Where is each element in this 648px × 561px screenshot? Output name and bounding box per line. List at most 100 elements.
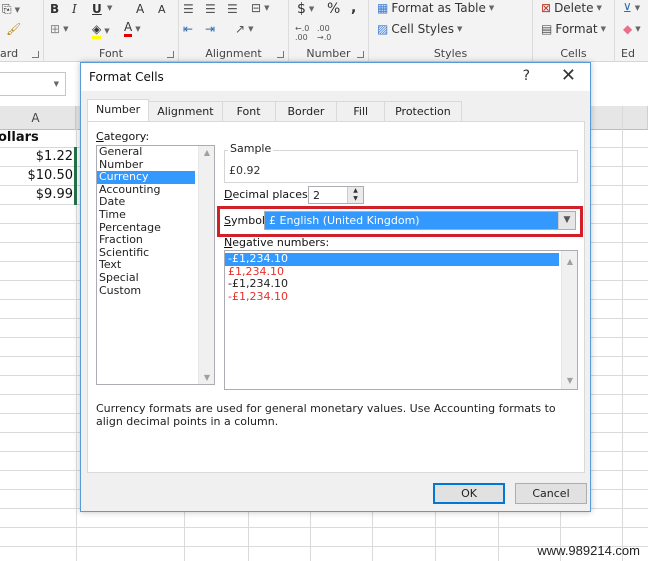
cell-a1[interactable]: ollars xyxy=(0,128,39,147)
chevron-down-icon[interactable]: ▼ xyxy=(558,212,575,229)
increase-font-button[interactable]: A xyxy=(136,2,144,16)
symbol-value: £ English (United Kingdom) xyxy=(269,214,420,227)
scroll-down-icon[interactable]: ▼ xyxy=(199,373,215,382)
negative-item[interactable]: -£1,234.10 xyxy=(225,278,559,291)
delete-button[interactable]: ⊠ Delete ▼ xyxy=(541,1,602,15)
symbol-select[interactable]: £ English (United Kingdom) ▼ xyxy=(264,211,576,230)
negative-numbers-list[interactable]: -£1,234.10 £1,234.10 -£1,234.10 -£1,234.… xyxy=(224,250,578,390)
format-button[interactable]: ▤ Format ▼ xyxy=(541,22,606,36)
decrease-indent-button[interactable]: ⇤ xyxy=(183,22,193,36)
category-item[interactable]: General xyxy=(97,145,195,159)
help-button[interactable]: ? xyxy=(523,68,530,84)
tab-fill[interactable]: Fill xyxy=(336,101,386,121)
underline-button[interactable]: U xyxy=(92,2,102,16)
negative-item[interactable]: -£1,234.10 xyxy=(225,290,559,304)
cell-styles-button[interactable]: ▨ Cell Styles ▼ xyxy=(377,22,462,36)
alignment-launcher-icon[interactable] xyxy=(277,51,284,58)
ribbon-group-styles: ▦ Format as Table ▼ ▨ Cell Styles ▼ Styles xyxy=(369,0,533,62)
clipboard-launcher-icon[interactable] xyxy=(32,51,39,58)
increase-indent-button[interactable]: ⇥ xyxy=(205,22,215,36)
format-description: Currency formats are used for general mo… xyxy=(96,402,556,428)
tab-protection[interactable]: Protection xyxy=(384,101,462,121)
format-painter-icon: 🖌 xyxy=(6,22,22,36)
cell-styles-label: Cell Styles xyxy=(391,22,454,36)
decimal-places-stepper[interactable]: 2 ▲ ▼ xyxy=(308,186,364,204)
ribbon-group-alignment: ☰ ☰ ☰ ⊟ ▼ ⇤ ⇥ ↗ ▼ Alignment xyxy=(179,0,289,62)
comma-button[interactable]: , xyxy=(351,0,356,16)
dialog-title: Format Cells xyxy=(89,70,164,84)
format-as-table-label: Format as Table xyxy=(391,1,486,15)
decimal-places-value[interactable]: 2 xyxy=(313,189,320,202)
tab-number[interactable]: Number xyxy=(87,99,150,121)
category-item-selected[interactable]: Currency xyxy=(97,171,195,184)
negative-item-selected[interactable]: -£1,234.10 xyxy=(225,252,559,266)
orientation-button[interactable]: ↗ ▼ xyxy=(235,22,253,36)
sample-box xyxy=(224,150,578,183)
eraser-icon: ◆ xyxy=(623,22,633,36)
negative-scrollbar[interactable]: ▲ ▼ xyxy=(561,251,577,389)
format-painter-button[interactable]: 🖌 xyxy=(6,22,21,36)
category-item[interactable]: Fraction xyxy=(97,234,195,247)
column-header-a[interactable]: A xyxy=(0,106,76,130)
ribbon-group-label: Font xyxy=(99,47,123,60)
cell-a4[interactable]: $9.99 xyxy=(0,185,73,204)
category-list[interactable]: General Number Currency Accounting Date … xyxy=(96,145,215,385)
category-label: Category: xyxy=(96,130,150,143)
font-color-button[interactable]: A ▼ xyxy=(124,21,141,37)
orientation-icon: ↗ xyxy=(235,22,246,36)
align-top-icon: ☰ xyxy=(183,2,194,16)
spinner-buttons[interactable]: ▲ ▼ xyxy=(347,187,363,203)
font-launcher-icon[interactable] xyxy=(167,51,174,58)
cancel-button[interactable]: Cancel xyxy=(515,483,587,504)
align-bottom-button[interactable]: ☰ xyxy=(227,2,238,16)
increase-decimal-button[interactable]: ←.0.00 xyxy=(295,24,309,42)
negative-numbers-label: Negative numbers: xyxy=(224,236,330,249)
close-button[interactable]: ✕ xyxy=(561,65,576,86)
category-item[interactable]: Custom xyxy=(97,284,195,298)
scroll-up-icon[interactable]: ▲ xyxy=(562,257,578,266)
clear-button[interactable]: ◆ ▼ xyxy=(623,22,641,36)
cell-a3[interactable]: $10.50 xyxy=(0,166,74,185)
fill-button[interactable]: ⊻ ▼ xyxy=(623,1,640,15)
decrease-decimal-button[interactable]: .00 →.0 xyxy=(317,24,331,42)
spin-up-icon[interactable]: ▲ xyxy=(348,187,363,195)
underline-dropdown[interactable]: ▼ xyxy=(107,4,112,12)
fill-color-button[interactable]: ◈ ▼ xyxy=(92,22,110,39)
category-item[interactable]: Time xyxy=(97,208,195,222)
ok-button[interactable]: OK xyxy=(433,483,505,504)
scroll-down-icon[interactable]: ▼ xyxy=(562,376,578,385)
decrease-font-button[interactable]: A xyxy=(158,3,166,16)
increase-decimal-icon: ←.0.00 xyxy=(295,24,310,42)
name-box[interactable]: ▼ xyxy=(0,72,66,96)
spin-down-icon[interactable]: ▼ xyxy=(348,195,363,203)
scroll-up-icon[interactable]: ▲ xyxy=(199,148,215,157)
chevron-down-icon: ▼ xyxy=(53,80,59,88)
decrease-decimal-icon: .00 →.0 xyxy=(317,24,332,42)
align-middle-button[interactable]: ☰ xyxy=(205,2,216,16)
tab-alignment[interactable]: Alignment xyxy=(148,101,223,121)
fill-color-icon: ◈ xyxy=(92,22,102,39)
gridline xyxy=(622,106,623,561)
bold-button[interactable]: B xyxy=(50,2,59,16)
align-top-button[interactable]: ☰ xyxy=(183,2,194,16)
tab-font[interactable]: Font xyxy=(221,101,276,121)
ribbon-group-label: Styles xyxy=(433,47,468,60)
merge-center-button[interactable]: ⊟ ▼ xyxy=(251,1,269,15)
percent-button[interactable]: % xyxy=(327,1,340,17)
category-item[interactable]: Special xyxy=(97,271,195,285)
tab-border[interactable]: Border xyxy=(274,101,338,121)
italic-button[interactable]: I xyxy=(72,2,77,16)
ribbon-group-label: Cells xyxy=(560,47,587,60)
borders-button[interactable]: ⊞ ▼ xyxy=(50,22,68,36)
ribbon: ⎘ ▼ 🖌 ard B I U ▼ A A ⊞ ▼ ◈ ▼ A ▼ Font ☰ ☰ ☰… xyxy=(0,0,648,62)
category-scrollbar[interactable]: ▲ ▼ xyxy=(198,146,214,384)
cell-a2[interactable]: $1.22 xyxy=(0,147,73,166)
sample-value: £0.92 xyxy=(229,164,261,177)
merge-icon: ⊟ xyxy=(251,1,262,15)
copy-button[interactable]: ⎘ ▼ xyxy=(2,2,20,17)
currency-button[interactable]: $ ▼ xyxy=(297,1,314,17)
number-launcher-icon[interactable] xyxy=(357,51,364,58)
format-as-table-button[interactable]: ▦ Format as Table ▼ xyxy=(377,1,494,15)
dialog-titlebar[interactable]: Format Cells ? ✕ xyxy=(81,63,590,91)
dialog-tabs: Number Alignment Font Border Fill Protec… xyxy=(87,99,462,121)
